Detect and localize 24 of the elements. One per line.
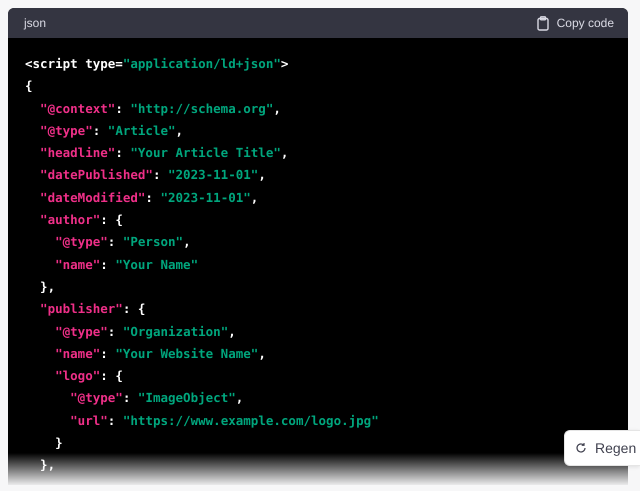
code-line: <script type="application/ld+json">	[25, 55, 288, 73]
code-line: "headline": "Your Article Title",	[39, 144, 288, 162]
code-line: "logo": {	[54, 367, 123, 386]
code-line: "@type": "Article",	[39, 122, 184, 140]
code-line: "datePublished": "2023-11-01",	[39, 166, 266, 184]
refresh-icon	[575, 442, 587, 454]
code-line: "name": "Your Website Name",	[54, 344, 266, 363]
code-line: },	[39, 278, 56, 296]
code-line: "@type": "ImageObject",	[69, 389, 244, 408]
code-line: "name": "Your Name"	[54, 256, 198, 274]
language-label: json	[24, 16, 46, 30]
code-line: "url": "https://www.example.com/logo.jpg"	[69, 412, 379, 430]
code-line: {	[25, 77, 33, 96]
clipboard-icon	[536, 16, 549, 30]
regenerate-button[interactable]: Regen	[564, 430, 640, 466]
copy-code-button[interactable]: Copy code	[536, 16, 614, 30]
code-line: }	[54, 434, 63, 452]
code-line: "publisher": {	[39, 300, 146, 318]
code-line: "dateModified": "2023-11-01",	[39, 188, 258, 207]
code-line: "@context": "http://schema.org",	[39, 100, 281, 118]
code-line: },	[39, 456, 56, 474]
code-line: "@type": "Organization",	[54, 322, 236, 341]
code-line: "author": {	[39, 211, 123, 230]
code-line: "@type": "Person",	[54, 233, 191, 252]
